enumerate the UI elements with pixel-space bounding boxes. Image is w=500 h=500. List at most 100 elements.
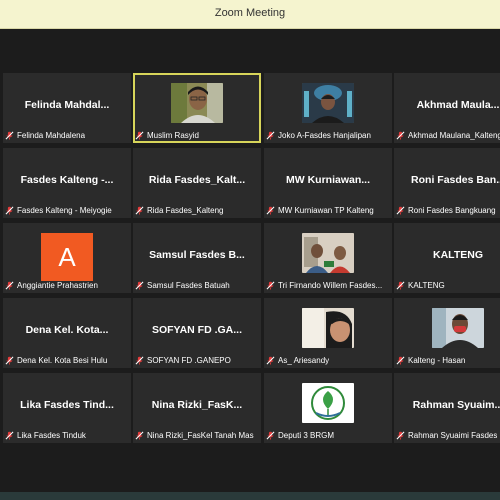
participant-display-name: Dena Kel. Kota... [25,324,109,336]
participant-name-label: Nina Rizki_FasKel Tanah Mas [147,430,254,440]
participant-name-label: Rahman Syuaimi Fasdes [408,430,498,440]
participant-name-label: Anggiantie Prahastrien [17,280,98,290]
participant-name-label: Akhmad Maulana_Kalteng [408,130,500,140]
mic-muted-icon [266,131,275,139]
avatar: A [41,233,93,281]
participant-tile[interactable]: Tri Firnando Willem Fasdes... [264,223,392,293]
mic-muted-icon [266,206,275,214]
participant-display-name: MW Kurniawan... [286,174,370,186]
participant-display-name: Lika Fasdes Tind... [20,399,114,411]
participant-name-bar: Samsul Fasdes Batuah [135,279,261,291]
participant-video [302,308,354,348]
participant-video [171,83,223,123]
profile-logo [302,383,354,423]
mic-muted-icon [135,206,144,214]
mic-muted-icon [396,131,405,139]
participant-tile[interactable]: SOFYAN FD .GA... SOFYAN FD .GANEPO [133,298,261,368]
participant-tile[interactable]: Nina Rizki_FasK... Nina Rizki_FasKel Tana… [133,373,261,443]
participant-name-bar: Rida Fasdes_Kalteng [135,204,261,216]
participant-name-label: Dena Kel. Kota Besi Hulu [17,355,108,365]
mic-muted-icon [135,281,144,289]
taskbar [0,492,500,500]
participant-name-bar: KALTENG [396,279,500,291]
participant-name-label: Lika Fasdes Tinduk [17,430,86,440]
participant-tile[interactable]: Rahman Syuaim... Rahman Syuaimi Fasdes [394,373,500,443]
participant-name-bar: SOFYAN FD .GANEPO [135,354,261,366]
participant-name-label: MW Kurniawan TP Kalteng [278,205,374,215]
participant-tile[interactable]: KALTENG KALTENG [394,223,500,293]
mic-muted-icon [396,356,405,364]
mic-muted-icon [5,131,14,139]
participant-tile[interactable]: Joko A-Fasdes Hanjalipan [264,73,392,143]
participant-tile[interactable]: Muslim Rasyid [133,73,261,143]
mic-muted-icon [5,356,14,364]
participant-name-label: As_ Ariesandy [278,355,330,365]
participant-tile[interactable]: Samsul Fasdes B... Samsul Fasdes Batuah [133,223,261,293]
participant-display-name: SOFYAN FD .GA... [151,324,243,336]
window-title: Zoom Meeting [214,7,286,19]
participant-name-label: Samsul Fasdes Batuah [147,280,230,290]
participant-name-bar: Fasdes Kalteng - Meiyogie [5,204,131,216]
mic-muted-icon [135,131,144,139]
participant-tile[interactable]: Akhmad Maula... Akhmad Maulana_Kalteng [394,73,500,143]
participant-display-name: Rahman Syuaim... [412,399,500,411]
mic-muted-icon [266,356,275,364]
window-titlebar: Zoom Meeting [0,0,500,29]
participant-name-label: SOFYAN FD .GANEPO [147,355,231,365]
participant-tile[interactable]: Roni Fasdes Ban... Roni Fasdes Bangkuang [394,148,500,218]
mic-muted-icon [135,356,144,364]
participant-name-label: Deputi 3 BRGM [278,430,335,440]
participant-name-bar: Dena Kel. Kota Besi Hulu [5,354,131,366]
participant-name-label: Felinda Mahdalena [17,130,86,140]
participant-name-bar: Joko A-Fasdes Hanjalipan [266,129,392,141]
participant-tile[interactable]: Fasdes Kalteng -... Fasdes Kalteng - Meiy… [3,148,131,218]
participant-video [302,83,354,123]
participant-name-bar: MW Kurniawan TP Kalteng [266,204,392,216]
participant-display-name: Nina Rizki_FasK... [151,399,243,411]
mic-muted-icon [5,431,14,439]
mic-muted-icon [135,431,144,439]
mic-muted-icon [266,431,275,439]
participant-tile[interactable]: Deputi 3 BRGM [264,373,392,443]
participant-tile[interactable]: A Anggiantie Prahastrien [3,223,131,293]
participant-name-label: Muslim Rasyid [147,130,200,140]
participant-name-label: Fasdes Kalteng - Meiyogie [17,205,112,215]
participant-name-bar: Felinda Mahdalena [5,129,131,141]
participant-tile[interactable]: As_ Ariesandy [264,298,392,368]
participant-video [302,233,354,273]
gallery-view: Felinda Mahdal... Felinda Mahdalena Muslim… [0,29,500,492]
participant-name-label: KALTENG [408,280,445,290]
participant-name-label: Roni Fasdes Bangkuang [408,205,496,215]
participant-tile[interactable]: Dena Kel. Kota... Dena Kel. Kota Besi Hul… [3,298,131,368]
mic-muted-icon [266,281,275,289]
participant-name-label: Rida Fasdes_Kalteng [147,205,224,215]
participant-name-bar: Muslim Rasyid [135,129,261,141]
participant-name-label: Joko A-Fasdes Hanjalipan [278,130,371,140]
participant-name-bar: Anggiantie Prahastrien [5,279,131,291]
participant-video [432,308,484,348]
participant-name-label: Tri Firnando Willem Fasdes... [278,280,383,290]
participant-name-bar: Rahman Syuaimi Fasdes [396,429,500,441]
mic-muted-icon [396,431,405,439]
participant-tile[interactable]: Kalteng - Hasan [394,298,500,368]
participant-display-name: Akhmad Maula... [416,99,500,111]
participant-name-bar: Nina Rizki_FasKel Tanah Mas [135,429,261,441]
participant-name-bar: Lika Fasdes Tinduk [5,429,131,441]
participant-name-bar: Roni Fasdes Bangkuang [396,204,500,216]
participant-tile[interactable]: Felinda Mahdal... Felinda Mahdalena [3,73,131,143]
participant-tile[interactable]: Lika Fasdes Tind... Lika Fasdes Tinduk [3,373,131,443]
participant-name-label: Kalteng - Hasan [408,355,466,365]
participant-display-name: Fasdes Kalteng -... [20,174,114,186]
participant-display-name: Roni Fasdes Ban... [411,174,500,186]
participant-tile[interactable]: MW Kurniawan... MW Kurniawan TP Kalteng [264,148,392,218]
mic-muted-icon [396,281,405,289]
participant-name-bar: Kalteng - Hasan [396,354,500,366]
mic-muted-icon [5,206,14,214]
participant-name-bar: Akhmad Maulana_Kalteng [396,129,500,141]
mic-muted-icon [5,281,14,289]
participant-display-name: Rida Fasdes_Kalt... [148,174,246,186]
mic-muted-icon [396,206,405,214]
participant-tile[interactable]: Rida Fasdes_Kalt... Rida Fasdes_Kalteng [133,148,261,218]
participant-display-name: Samsul Fasdes B... [149,249,245,261]
participant-name-bar: Deputi 3 BRGM [266,429,392,441]
